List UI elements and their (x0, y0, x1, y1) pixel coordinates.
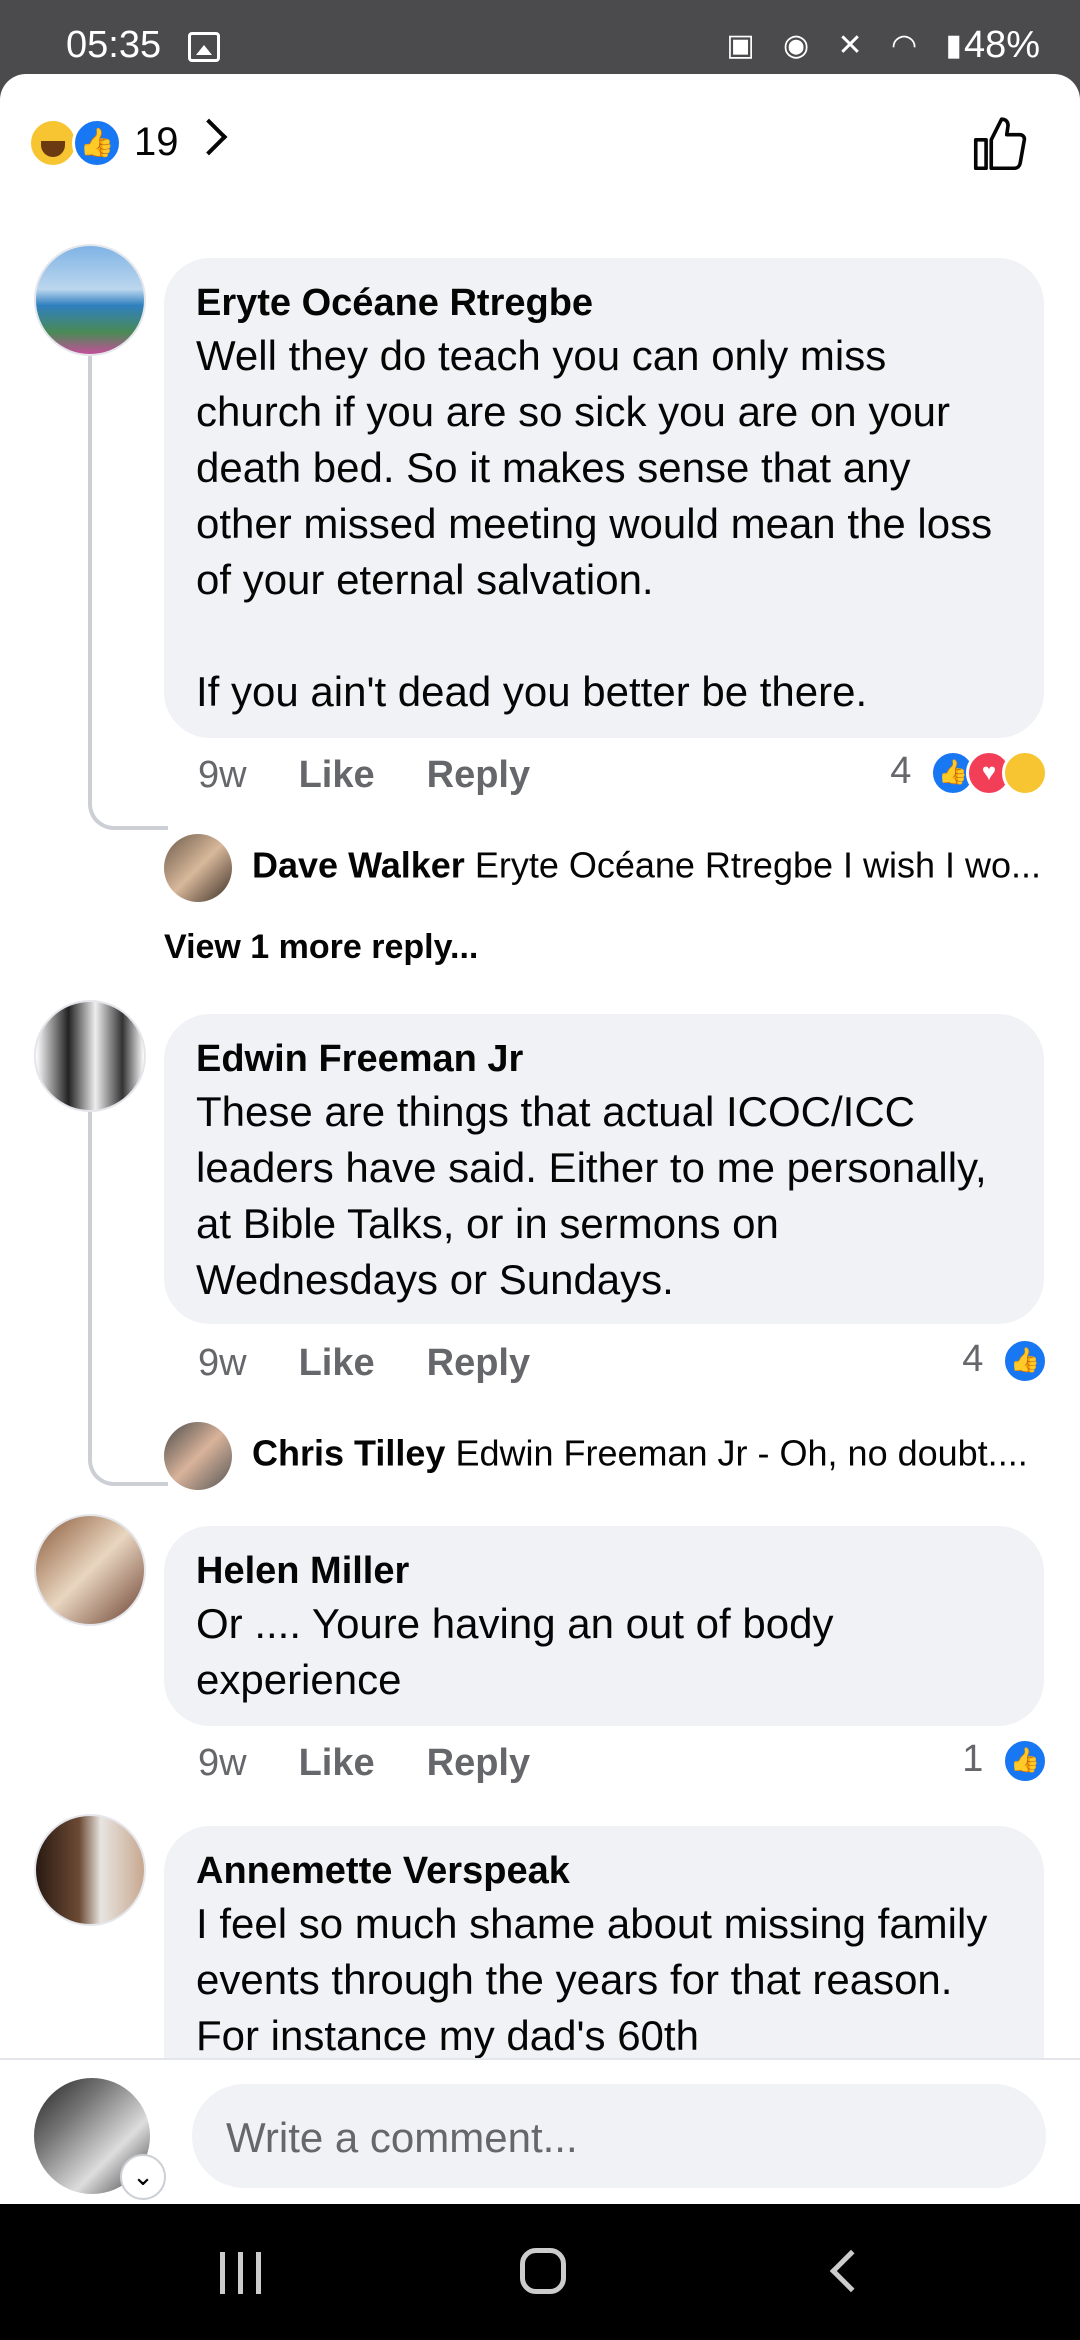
reaction-summary[interactable]: 4 👍 ♥ (890, 750, 1048, 796)
avatar[interactable] (34, 1814, 146, 1926)
avatar[interactable] (164, 834, 232, 902)
comment-bubble[interactable]: Eryte Océane Rtregbe Well they do teach … (164, 258, 1044, 738)
comment-composer: ⌄ Write a comment... (0, 2058, 1080, 2204)
comment-age: 9w (198, 1742, 247, 1784)
like-button[interactable]: Like (299, 754, 375, 796)
battery-level: 48% (963, 24, 1040, 66)
reply-button[interactable]: Reply (427, 754, 530, 796)
comment-age: 9w (198, 1342, 247, 1384)
reaction-count: 4 (962, 1338, 984, 1381)
comment-age: 9w (198, 754, 247, 796)
status-time: 05:35 (66, 24, 162, 66)
comment-text: I feel so much shame about missing famil… (196, 1900, 988, 2059)
comment-bubble[interactable]: Edwin Freeman Jr These are things that a… (164, 1014, 1044, 1324)
home-button[interactable] (520, 2248, 566, 2294)
avatar[interactable] (34, 1514, 146, 1626)
status-bar: 05:35 ▣ ◉ ✕ ◠ ▮ 48% (0, 0, 1080, 74)
thread-line (88, 1086, 168, 1486)
comment-author[interactable]: Helen Miller (196, 1546, 1012, 1596)
reply-preview[interactable]: Chris Tilley Edwin Freeman Jr - Oh, no d… (164, 1422, 1054, 1490)
avatar[interactable] (34, 1000, 146, 1112)
comment-text: Well they do teach you can only miss chu… (196, 332, 993, 715)
comment-author[interactable]: Edwin Freeman Jr (196, 1034, 1012, 1084)
reply-preview[interactable]: Dave Walker Eryte Océane Rtregbe I wish … (164, 834, 1054, 902)
like-reaction-icon: 👍 (1002, 1738, 1048, 1784)
reaction-count: 1 (962, 1738, 984, 1781)
comment-author[interactable]: Annemette Verspeak (196, 1846, 1012, 1896)
avatar[interactable] (34, 244, 146, 356)
reactions-header[interactable]: 👍 19 (0, 74, 1080, 214)
reaction-summary[interactable]: 1 👍 (962, 1738, 1048, 1784)
reaction-summary[interactable]: 4 👍 (962, 1338, 1048, 1384)
reply-text: Edwin Freeman Jr - Oh, no doubt.... (455, 1432, 1028, 1474)
back-button[interactable] (829, 2249, 873, 2293)
like-reaction-icon: 👍 (72, 118, 122, 168)
comment-bubble[interactable]: Helen Miller Or .... Youre having an out… (164, 1526, 1044, 1726)
reply-author[interactable]: Chris Tilley (252, 1433, 445, 1474)
recent-apps-button[interactable] (220, 2252, 266, 2294)
comment-author[interactable]: Eryte Océane Rtregbe (196, 278, 1012, 328)
system-nav-bar (0, 2204, 1080, 2340)
reaction-count: 4 (890, 750, 912, 793)
like-reaction-icon: 👍 (1002, 1338, 1048, 1384)
reply-button[interactable]: Reply (427, 1342, 530, 1384)
reply-button[interactable]: Reply (427, 1742, 530, 1784)
reaction-count: 19 (134, 120, 179, 164)
reply-author[interactable]: Dave Walker (252, 845, 465, 886)
thumbs-up-icon[interactable] (968, 114, 1030, 176)
view-more-replies-link[interactable]: View 1 more reply... (164, 928, 478, 967)
status-icons: ▣ ◉ ✕ ◠ ▮ (726, 29, 972, 62)
chevron-down-icon[interactable]: ⌄ (120, 2154, 166, 2200)
like-button[interactable]: Like (299, 1342, 375, 1384)
thread-line (88, 330, 168, 830)
comment-text: These are things that actual ICOC/ICC le… (196, 1088, 987, 1303)
comment-actions: 9w Like Reply (198, 754, 582, 797)
gallery-icon (188, 32, 220, 62)
chevron-right-icon[interactable] (190, 118, 228, 156)
like-button[interactable]: Like (299, 1742, 375, 1784)
haha-reaction-icon (28, 118, 78, 168)
comments-sheet: 👍 19 Eryte Océane Rtregbe Well they do t… (0, 74, 1080, 2204)
avatar[interactable] (164, 1422, 232, 1490)
comment-input[interactable]: Write a comment... (192, 2084, 1046, 2188)
comment-text: Or .... Youre having an out of body expe… (196, 1600, 834, 1703)
haha-reaction-icon (1002, 750, 1048, 796)
comment-actions: 9w Like Reply (198, 1742, 582, 1785)
comment-actions: 9w Like Reply (198, 1342, 582, 1385)
reply-text: Eryte Océane Rtregbe I wish I wo... (474, 844, 1042, 886)
